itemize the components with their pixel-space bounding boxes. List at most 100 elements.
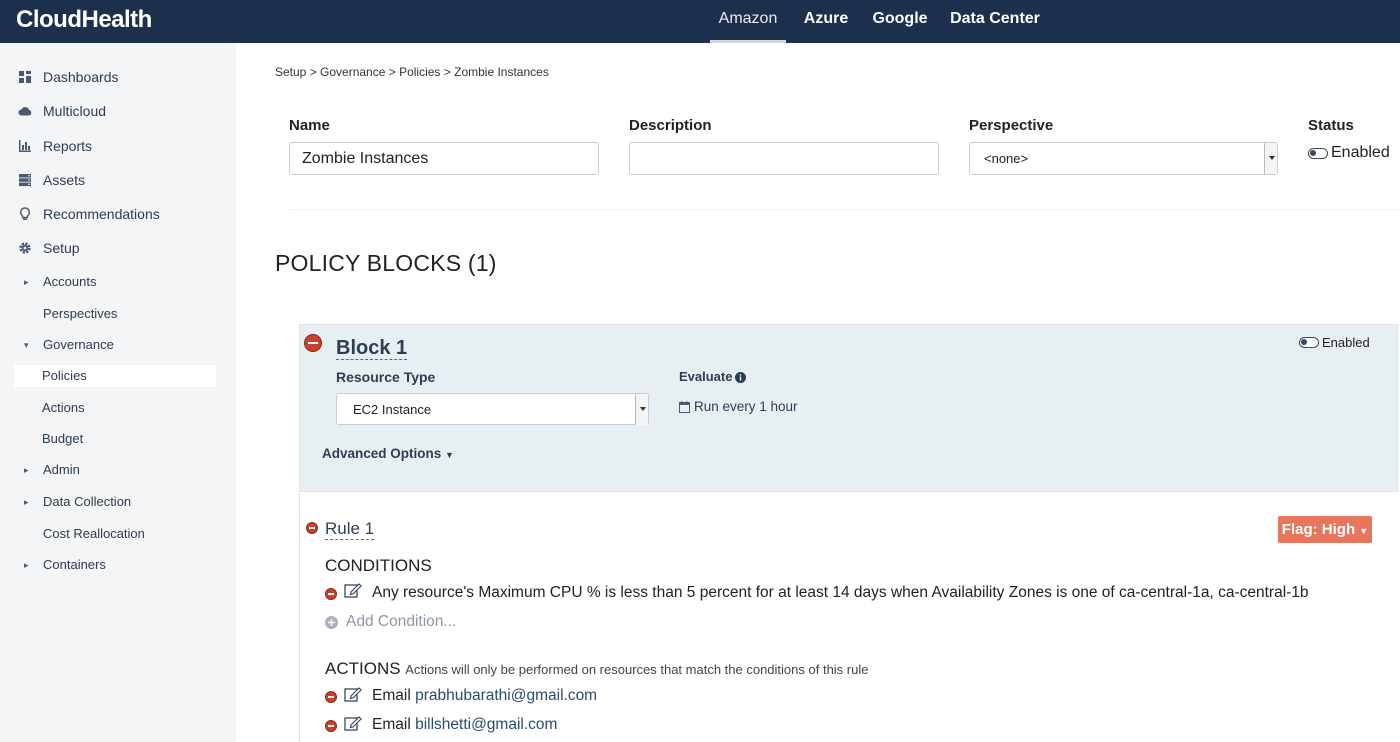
resource-type-selected-value: EC2 Instance [353,402,432,417]
action-prefix: Email [372,716,411,733]
add-condition-link[interactable]: Add Condition... [346,613,456,631]
cloudhealth-logo[interactable]: CloudHealth [16,6,152,34]
sidebar-item-containers[interactable]: ▸ Containers [0,554,236,576]
dashboard-icon [19,71,31,83]
sidebar-item-label: Setup [43,240,80,256]
sidebar-item-dashboards[interactable]: Dashboards [0,65,236,89]
edit-icon[interactable] [344,686,362,702]
status-toggle-icon[interactable] [1308,148,1328,159]
tab-google[interactable]: Google [866,0,934,43]
condition-text[interactable]: Any resource's Maximum CPU % is less tha… [372,584,1309,602]
caret-down-icon: ▼ [1359,526,1369,536]
advanced-options-toggle[interactable]: Advanced Options ▼ [322,446,454,461]
chevron-down-icon [1264,143,1277,174]
remove-condition-icon[interactable] [325,588,337,600]
caret-right-icon: ▸ [24,465,29,475]
resource-type-label: Resource Type [336,369,436,385]
resource-type-select[interactable]: EC2 Instance [336,393,649,425]
breadcrumb[interactable]: Setup > Governance > Policies > Zombie I… [275,65,549,79]
sidebar-item-label: Multicloud [43,103,107,119]
sidebar-item-label: Assets [43,172,86,188]
sidebar-item-reports[interactable]: Reports [0,134,236,158]
remove-rule-icon[interactable] [306,522,318,534]
sidebar-item-setup[interactable]: Setup [0,236,236,260]
policy-blocks-title: POLICY BLOCKS (1) [275,250,497,276]
name-input[interactable]: Zombie Instances [289,142,599,175]
calendar-icon [679,401,690,413]
sidebar-item-governance[interactable]: ▾ Governance [0,334,236,356]
info-icon[interactable] [735,372,746,383]
sidebar-item-data-collection[interactable]: ▸ Data Collection [0,491,236,513]
remove-action-icon[interactable] [325,720,337,732]
sidebar-item-cost-reallocation[interactable]: Cost Reallocation [0,523,236,545]
sidebar-item-label: Containers [43,557,106,572]
add-icon[interactable] [325,616,338,629]
sidebar-item-label: Perspectives [43,306,118,321]
sidebar-item-label: Reports [43,138,93,154]
action-email-target[interactable]: billshetti@gmail.com [415,716,557,733]
advanced-options-label: Advanced Options [322,446,442,461]
tab-azure[interactable]: Azure [796,0,856,43]
sidebar-item-actions[interactable]: Actions [0,397,236,419]
sidebar: Dashboards Multicloud Reports Assets Rec… [0,43,236,742]
evaluate-value: Run every 1 hour [694,399,798,414]
sidebar-item-label: Recommendations [43,206,160,222]
status-label: Status [1308,117,1354,134]
edit-icon[interactable] [344,582,362,598]
sidebar-item-label: Governance [43,337,114,352]
flag-severity-dropdown[interactable]: Flag: High ▼ [1278,516,1372,543]
tab-data-center[interactable]: Data Center [944,0,1046,43]
caret-right-icon: ▸ [24,277,29,287]
edit-icon[interactable] [344,715,362,731]
tab-amazon[interactable]: Amazon [710,0,786,43]
sidebar-item-label: Cost Reallocation [43,526,145,541]
sidebar-item-admin[interactable]: ▸ Admin [0,459,236,481]
action-email-target[interactable]: prabhubarathi@gmail.com [415,687,597,704]
actions-note: Actions will only be performed on resour… [405,662,869,677]
sidebar-item-perspectives[interactable]: Perspectives [0,303,236,325]
caret-right-icon: ▸ [24,560,29,570]
sidebar-item-label: Budget [42,431,84,446]
rule-title[interactable]: Rule 1 [325,519,375,540]
name-label: Name [289,117,330,134]
sidebar-item-policies[interactable]: Policies [14,365,216,387]
block-status-value: Enabled [1322,335,1370,350]
flag-label: Flag: High [1281,521,1356,538]
bar-chart-icon [19,140,31,152]
caret-down-icon: ▼ [445,450,454,460]
block-status-toggle-icon[interactable] [1299,337,1319,348]
gear-icon [19,242,31,254]
caret-right-icon: ▸ [24,497,29,507]
action-row[interactable]: Email billshetti@gmail.com [372,716,557,734]
description-input[interactable] [629,142,939,175]
remove-action-icon[interactable] [325,691,337,703]
action-row[interactable]: Email prabhubarathi@gmail.com [372,687,597,705]
perspective-select[interactable]: <none> [969,142,1278,175]
sidebar-item-label: Policies [42,368,87,383]
server-icon [19,174,31,187]
description-label: Description [629,117,712,134]
top-nav-bar: CloudHealth Amazon Azure Google Data Cen… [0,0,1400,43]
remove-block-icon[interactable] [304,334,322,352]
sidebar-item-recommendations[interactable]: Recommendations [0,202,236,226]
chevron-down-icon [635,394,648,425]
conditions-heading: CONDITIONS [325,556,432,575]
sidebar-item-label: Data Collection [43,494,132,509]
caret-down-icon: ▾ [24,340,29,350]
actions-heading-text: ACTIONS [325,659,401,678]
action-prefix: Email [372,687,411,704]
perspective-label: Perspective [969,117,1054,134]
cloud-icon [18,107,32,116]
perspective-selected-value: <none> [984,151,1029,166]
lightbulb-icon [20,207,30,220]
sidebar-item-multicloud[interactable]: Multicloud [0,99,236,123]
actions-heading: ACTIONS Actions will only be performed o… [325,659,868,679]
sidebar-item-label: Admin [43,462,80,477]
sidebar-item-assets[interactable]: Assets [0,168,236,192]
evaluate-label: Evaluate [679,369,733,384]
sidebar-item-label: Dashboards [43,69,119,85]
divider [289,209,1400,210]
block-title[interactable]: Block 1 [336,337,408,360]
sidebar-item-accounts[interactable]: ▸ Accounts [0,271,236,293]
sidebar-item-budget[interactable]: Budget [0,428,236,450]
